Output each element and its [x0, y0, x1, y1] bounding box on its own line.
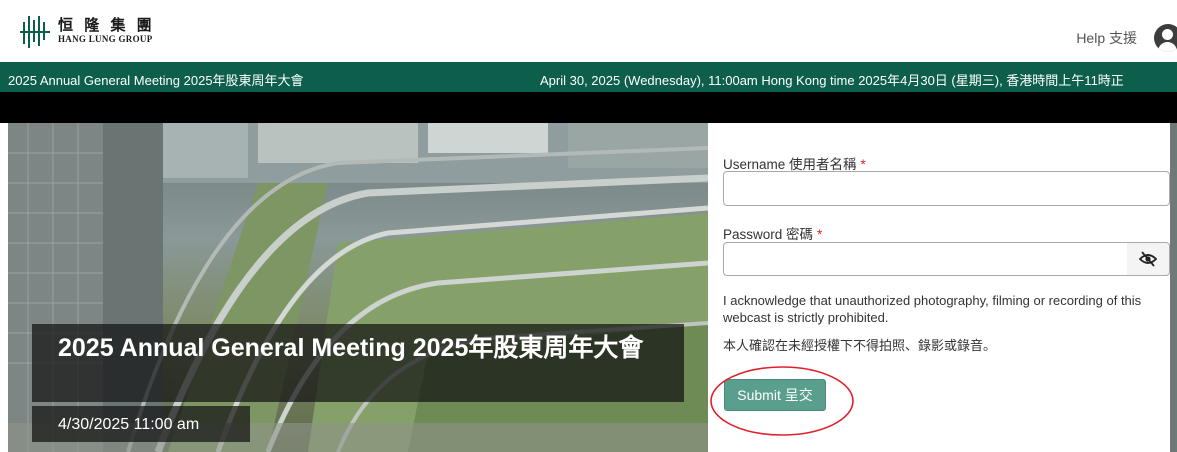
- username-label-text: Username 使用者名稱: [723, 157, 857, 172]
- hero-image-edge: [1170, 123, 1177, 452]
- password-label: Password 密碼 *: [723, 223, 822, 243]
- event-title: 2025 Annual General Meeting 2025年股東周年大會: [8, 73, 304, 88]
- required-marker: *: [817, 227, 823, 242]
- acknowledgement-chinese: 本人確認在未經授權下不得拍照、錄影或錄音。: [723, 339, 997, 354]
- event-info-bar: 2025 Annual General Meeting 2025年股東周年大會 …: [0, 62, 1177, 92]
- event-datetime: April 30, 2025 (Wednesday), 11:00am Hong…: [540, 73, 1124, 88]
- red-highlight-circle: [710, 366, 854, 436]
- user-avatar-icon[interactable]: [1154, 24, 1177, 52]
- password-input[interactable]: [723, 242, 1128, 276]
- password-visibility-toggle[interactable]: [1127, 242, 1170, 276]
- login-form: Username 使用者名稱 * Password 密碼 * I acknowled…: [709, 123, 1170, 452]
- logo-english-text: HANG LUNG GROUP: [58, 34, 153, 44]
- hero-image: 2025 Annual General Meeting 2025年股東周年大會 …: [8, 123, 708, 452]
- hero-title-overlay: 2025 Annual General Meeting 2025年股東周年大會: [32, 324, 684, 402]
- header: 恒 隆 集 團 HANG LUNG GROUP Help 支援: [0, 0, 1177, 62]
- aerial-city-illustration: [8, 123, 708, 452]
- hang-lung-logo-icon: [20, 16, 50, 48]
- hero-date-overlay: 4/30/2025 11:00 am: [32, 406, 250, 442]
- acknowledgement-english: I acknowledge that unauthorized photogra…: [723, 293, 1142, 325]
- help-link[interactable]: Help 支援: [1076, 28, 1137, 48]
- password-label-text: Password 密碼: [723, 227, 814, 242]
- username-label: Username 使用者名稱 *: [723, 153, 866, 173]
- company-logo[interactable]: 恒 隆 集 團 HANG LUNG GROUP: [20, 14, 155, 48]
- logo-chinese-text: 恒 隆 集 團: [58, 16, 155, 34]
- hero-title: 2025 Annual General Meeting 2025年股東周年大會: [58, 334, 644, 362]
- username-input[interactable]: [723, 171, 1170, 206]
- hero-date: 4/30/2025 11:00 am: [58, 416, 200, 433]
- eye-slash-icon: [1139, 251, 1157, 267]
- black-band: [0, 92, 1177, 123]
- required-marker: *: [860, 157, 866, 172]
